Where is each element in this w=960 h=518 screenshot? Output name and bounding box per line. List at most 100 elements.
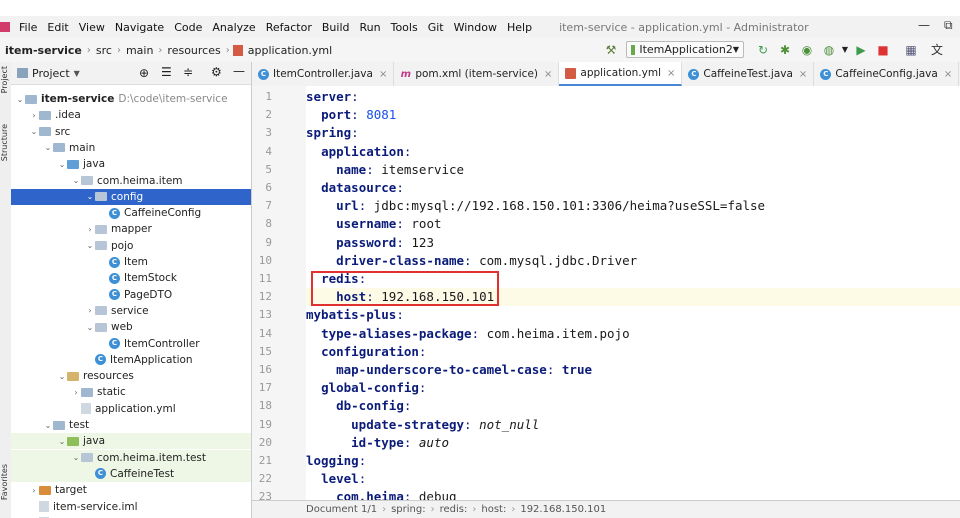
code-line[interactable]: logging:: [306, 452, 366, 470]
chevron-down-icon[interactable]: ⌄: [57, 160, 67, 169]
menu-file[interactable]: File: [14, 21, 42, 34]
editor-tab[interactable]: m pom.xml (item-service) ×: [394, 62, 560, 86]
chevron-down-icon[interactable]: ▼: [838, 43, 852, 57]
project-tool-tab[interactable]: Project: [0, 66, 11, 93]
minimize-icon[interactable]: —: [918, 18, 930, 32]
chevron-down-icon[interactable]: ⌄: [43, 143, 53, 152]
chevron-right-icon[interactable]: ›: [29, 486, 39, 495]
chevron-down-icon[interactable]: ⌄: [71, 176, 81, 185]
yaml-path-item[interactable]: host:: [481, 504, 506, 515]
chevron-down-icon[interactable]: ⌄: [71, 453, 81, 462]
tree-item[interactable]: ⌄ config: [11, 188, 251, 205]
chevron-down-icon[interactable]: ⌄: [15, 95, 25, 104]
code-line[interactable]: configuration:: [306, 343, 426, 361]
chevron-down-icon[interactable]: ⌄: [43, 421, 53, 430]
chevron-down-icon[interactable]: ⌄: [57, 437, 67, 446]
code-line[interactable]: port: 8081: [306, 106, 396, 124]
tree-item[interactable]: ⌄ resources: [11, 368, 251, 384]
run-config-select[interactable]: ItemApplication2 ▼: [626, 41, 744, 58]
chevron-down-icon[interactable]: ▼: [74, 69, 80, 78]
tree-item[interactable]: C CaffeineConfig: [11, 205, 251, 221]
menu-refactor[interactable]: Refactor: [261, 21, 317, 34]
close-icon[interactable]: ×: [667, 68, 675, 79]
tree-item[interactable]: ⌄ java: [11, 156, 251, 172]
menu-code[interactable]: Code: [169, 21, 207, 34]
code-line[interactable]: url: jdbc:mysql://192.168.150.101:3306/h…: [306, 197, 765, 215]
tree-item[interactable]: application.yml: [11, 401, 251, 417]
close-icon[interactable]: ×: [944, 69, 952, 80]
breadcrumb-item[interactable]: resources: [165, 44, 222, 57]
expand-all-icon[interactable]: ≑: [183, 65, 193, 79]
favorites-tool-tab[interactable]: Favorites: [0, 464, 11, 500]
code-line[interactable]: mybatis-plus:: [306, 306, 404, 324]
menu-window[interactable]: Window: [449, 21, 502, 34]
menu-navigate[interactable]: Navigate: [110, 21, 169, 34]
chevron-down-icon[interactable]: ⌄: [85, 192, 95, 201]
code-line[interactable]: username: root: [306, 215, 441, 233]
chevron-down-icon[interactable]: ⌄: [85, 241, 95, 250]
run-icon[interactable]: ▶: [854, 43, 868, 57]
tree-item[interactable]: ⌄ web: [11, 319, 251, 335]
code-line[interactable]: map-underscore-to-camel-case: true: [306, 361, 592, 379]
tree-item[interactable]: › .idea: [11, 107, 251, 123]
locate-icon[interactable]: ⊕: [139, 66, 149, 80]
tree-item[interactable]: item-service.iml: [11, 499, 251, 515]
code-line[interactable]: id-type: auto: [306, 434, 449, 452]
chevron-right-icon[interactable]: ›: [71, 388, 81, 397]
code-line[interactable]: db-config:: [306, 397, 411, 415]
debug-icon[interactable]: ✱: [778, 43, 792, 57]
yaml-path-item[interactable]: redis:: [440, 504, 468, 515]
profile-icon[interactable]: ◍: [822, 43, 836, 57]
code-line[interactable]: datasource:: [306, 179, 404, 197]
editor-tab[interactable]: application.yml ×: [559, 62, 683, 86]
tree-item[interactable]: › service: [11, 303, 251, 319]
code-line[interactable]: name: itemservice: [306, 161, 464, 179]
project-structure-icon[interactable]: ▦: [904, 43, 918, 57]
code-line[interactable]: global-config:: [306, 379, 426, 397]
tree-item[interactable]: ⌄ item-service D:\code\item-service: [11, 91, 251, 107]
tree-item[interactable]: C PageDTO: [11, 287, 251, 303]
tree-item[interactable]: ⌄ java: [11, 433, 251, 450]
tree-item[interactable]: › target: [11, 482, 251, 498]
structure-tool-tab[interactable]: Structure: [0, 124, 11, 161]
code-line[interactable]: server:: [306, 88, 359, 106]
code-line[interactable]: password: 123: [306, 234, 434, 252]
tree-item[interactable]: ⌄ com.heima.item.test: [11, 449, 251, 466]
tree-item[interactable]: ⌄ src: [11, 124, 251, 140]
code-line[interactable]: level:: [306, 470, 366, 488]
tree-item[interactable]: ⌄ test: [11, 417, 251, 433]
menu-git[interactable]: Git: [423, 21, 449, 34]
tree-item[interactable]: ⌄ com.heima.item: [11, 173, 251, 189]
chevron-down-icon[interactable]: ⌄: [29, 127, 39, 136]
tree-item[interactable]: C CaffeineTest: [11, 465, 251, 482]
close-icon[interactable]: ×: [799, 69, 807, 80]
project-panel-title[interactable]: Project: [32, 67, 70, 80]
breadcrumb-item[interactable]: item-service: [3, 44, 84, 57]
gear-icon[interactable]: ⚙: [211, 65, 222, 79]
collapse-all-icon[interactable]: ☰: [161, 65, 172, 79]
breadcrumb-item[interactable]: application.yml: [246, 44, 334, 57]
close-icon[interactable]: ×: [544, 69, 552, 80]
tree-item[interactable]: C ItemApplication: [11, 352, 251, 368]
editor-tab[interactable]: C ItemController.java ×: [252, 62, 395, 86]
menu-analyze[interactable]: Analyze: [207, 21, 260, 34]
maximize-icon[interactable]: ⧉: [944, 18, 953, 33]
tree-item[interactable]: ⌄ main: [11, 140, 251, 156]
stop-icon[interactable]: ■: [876, 43, 890, 57]
yaml-path-item[interactable]: 192.168.150.101: [520, 504, 606, 515]
menu-view[interactable]: View: [74, 21, 110, 34]
code-line[interactable]: spring:: [306, 124, 359, 142]
menu-build[interactable]: Build: [317, 21, 355, 34]
menu-tools[interactable]: Tools: [386, 21, 423, 34]
rerun-icon[interactable]: ↻: [756, 43, 770, 57]
hide-panel-icon[interactable]: —: [233, 64, 245, 78]
chevron-right-icon[interactable]: ›: [29, 111, 39, 120]
breadcrumb-item[interactable]: main: [124, 44, 155, 57]
code-line[interactable]: type-aliases-package: com.heima.item.poj…: [306, 325, 630, 343]
chevron-right-icon[interactable]: ›: [85, 225, 95, 234]
tree-item[interactable]: C ItemStock: [11, 270, 251, 286]
breadcrumb-item[interactable]: src: [94, 44, 114, 57]
translate-icon[interactable]: 文: [930, 43, 944, 57]
code-line[interactable]: application:: [306, 143, 411, 161]
tree-item[interactable]: › mapper: [11, 221, 251, 237]
